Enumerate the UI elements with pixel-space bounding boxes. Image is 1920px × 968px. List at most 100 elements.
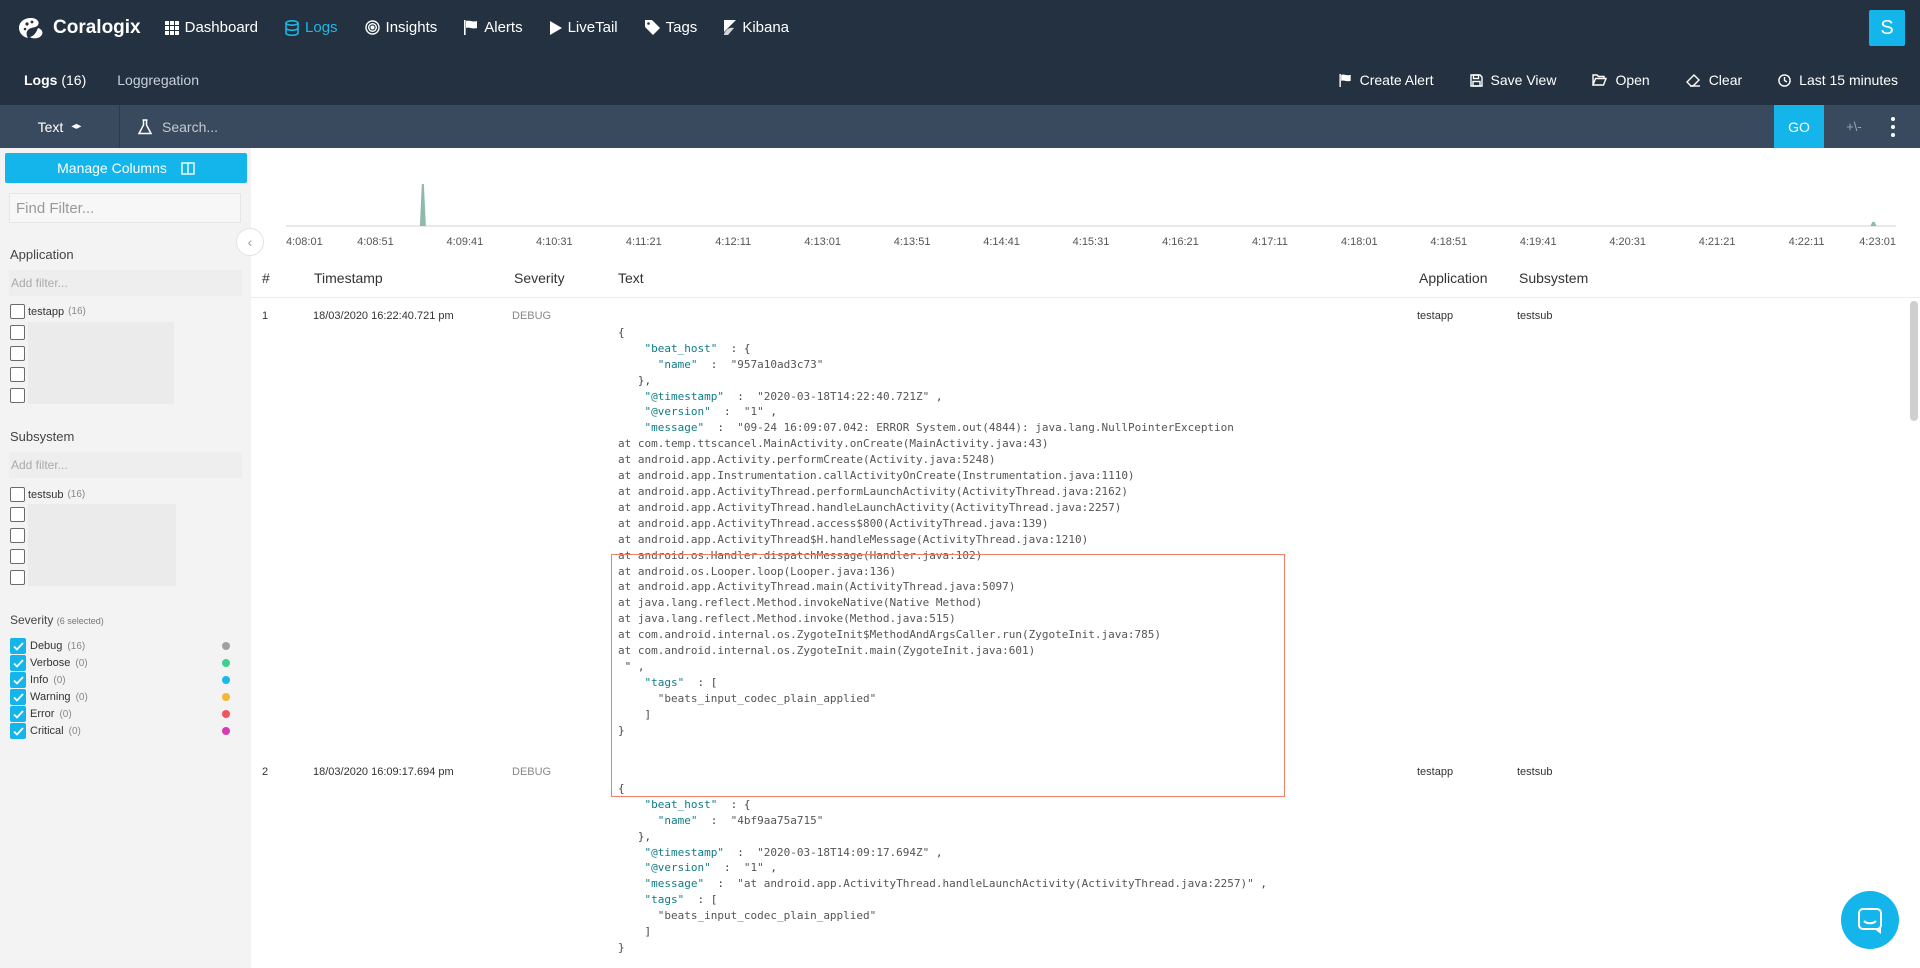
tab-logs[interactable]: Logs (16) (24, 72, 86, 88)
col-application[interactable]: Application (1419, 270, 1488, 286)
application-option-empty[interactable] (10, 388, 28, 403)
row-subsystem[interactable]: testsub (1517, 310, 1552, 322)
play-icon (549, 20, 562, 35)
flask-icon[interactable] (138, 118, 152, 135)
nav-alerts[interactable]: Alerts (464, 19, 523, 36)
timeline-tick-label: 4:10:31 (536, 236, 573, 248)
subsystem-option-empty[interactable] (10, 549, 28, 564)
nav-kibana[interactable]: Kibana (724, 19, 789, 36)
more-options-icon[interactable] (1883, 105, 1903, 148)
checkbox-checked[interactable] (10, 672, 26, 688)
stack-trace-line: at android.app.ActivityThread.performLau… (618, 484, 1128, 498)
nav-dashboard[interactable]: Dashboard (164, 19, 258, 36)
json-key: "tags" (644, 893, 685, 907)
json-value: "1" (743, 861, 764, 875)
severity-option-verbose[interactable]: Verbose (0) (10, 655, 230, 671)
timeline-tick-label: 4:13:01 (804, 236, 841, 248)
checkbox-checked[interactable] (10, 655, 26, 671)
col-text[interactable]: Text (618, 270, 644, 286)
checkbox-checked[interactable] (10, 706, 26, 722)
nav-alerts-label: Alerts (484, 19, 523, 36)
checkbox[interactable] (10, 367, 25, 382)
log-json-text[interactable]: { "beat_host" : { "name" : "4bf9aa75a715… (618, 765, 1267, 956)
checkbox-checked[interactable] (10, 723, 26, 739)
table-header: # Timestamp Severity Text Application Su… (251, 258, 1920, 298)
nav-kibana-label: Kibana (742, 19, 790, 36)
log-timeline-chart[interactable]: 4:08:01 4:08:51 4:09:41 4:10:31 4:11:21 4:12:… (251, 148, 1920, 258)
application-option-testapp[interactable]: testapp (16) (10, 304, 86, 319)
checkbox[interactable] (10, 304, 25, 319)
checkbox[interactable] (10, 570, 25, 585)
col-subsystem[interactable]: Subsystem (1519, 270, 1588, 286)
json-key: "message" (644, 421, 705, 435)
row-severity: DEBUG (512, 310, 552, 322)
checkbox-checked[interactable] (10, 689, 26, 705)
subsystem-option-empty[interactable] (10, 570, 28, 585)
col-severity[interactable]: Severity (514, 270, 565, 286)
brand-logo[interactable]: Coralogix (16, 16, 141, 40)
open-button[interactable]: Open (1592, 72, 1650, 88)
clock-icon (1778, 73, 1791, 87)
manage-columns-button[interactable]: Manage Columns (5, 153, 247, 183)
nav-livetail[interactable]: LiveTail (549, 19, 618, 36)
time-range-button[interactable]: Last 15 minutes (1778, 72, 1898, 88)
timeline-tick-label: 4:19:41 (1520, 236, 1557, 248)
application-option-empty[interactable] (10, 325, 28, 340)
tab-loggregation[interactable]: Loggregation (117, 72, 199, 88)
checkbox[interactable] (10, 325, 25, 340)
row-application[interactable]: testapp (1417, 766, 1453, 778)
json-value: "1" (743, 405, 764, 419)
checkbox-checked[interactable] (10, 638, 26, 654)
checkbox[interactable] (10, 549, 25, 564)
row-application[interactable]: testapp (1417, 310, 1453, 322)
json-value: "09-24 16:09:07.042: ERROR System.out(48… (737, 421, 1234, 435)
checkbox[interactable] (10, 487, 25, 502)
create-alert-button[interactable]: Create Alert (1339, 72, 1434, 88)
sub-navbar: Logs (16) Loggregation Create Alert Save… (0, 55, 1920, 105)
severity-option-critical[interactable]: Critical (0) (10, 723, 230, 739)
col-timestamp[interactable]: Timestamp (314, 270, 383, 286)
application-option-empty[interactable] (10, 346, 28, 361)
nav-tags[interactable]: Tags (644, 19, 697, 36)
severity-color-dot (222, 659, 230, 667)
search-mode-select[interactable]: Text ◂▸ (0, 105, 120, 148)
user-avatar[interactable]: S (1869, 10, 1905, 46)
save-view-button[interactable]: Save View (1469, 72, 1556, 88)
subsystem-option-empty[interactable] (10, 528, 28, 543)
vertical-scrollbar[interactable] (1910, 301, 1918, 421)
plus-minus-toggle[interactable]: +\- (1834, 105, 1874, 148)
subsystem-option-empty[interactable] (10, 507, 28, 522)
checkbox[interactable] (10, 528, 25, 543)
severity-option-debug[interactable]: Debug (16) (10, 638, 230, 654)
subsystem-option-testsub[interactable]: testsub (16) (10, 487, 85, 502)
row-subsystem[interactable]: testsub (1517, 766, 1552, 778)
checkbox[interactable] (10, 507, 25, 522)
severity-option-error[interactable]: Error (0) (10, 706, 230, 722)
nav-insights[interactable]: Insights (364, 19, 437, 36)
subsystem-filter-input[interactable] (9, 452, 242, 478)
option-label: Verbose (30, 657, 71, 669)
timeline-spike[interactable] (1870, 221, 1877, 226)
json-value: "2020-03-18T14:09:17.694Z" (757, 845, 930, 859)
go-button[interactable]: GO (1774, 105, 1824, 148)
timeline-spike[interactable] (419, 184, 426, 226)
severity-option-info[interactable]: Info (0) (10, 672, 230, 688)
timeline-tick-label: 4:18:01 (1341, 236, 1378, 248)
severity-color-dot (222, 710, 230, 718)
json-value: "2020-03-18T14:22:40.721Z" (757, 389, 930, 403)
chat-support-button[interactable] (1841, 891, 1899, 949)
nav-logs[interactable]: Logs (285, 19, 338, 36)
application-option-empty[interactable] (10, 367, 28, 382)
chat-icon (1858, 908, 1882, 934)
clear-button[interactable]: Clear (1685, 72, 1742, 88)
checkbox[interactable] (10, 346, 25, 361)
find-filter-input[interactable] (9, 193, 241, 223)
search-input[interactable] (162, 118, 1162, 135)
application-filter-input[interactable] (9, 270, 242, 296)
severity-option-warning[interactable]: Warning (0) (10, 689, 230, 705)
checkbox[interactable] (10, 388, 25, 403)
empty-options-area (28, 322, 174, 404)
collapse-sidebar-button[interactable]: ‹ (236, 228, 264, 256)
json-value: "at android.app.ActivityThread.handleLau… (737, 877, 1254, 891)
col-num[interactable]: # (262, 270, 270, 286)
